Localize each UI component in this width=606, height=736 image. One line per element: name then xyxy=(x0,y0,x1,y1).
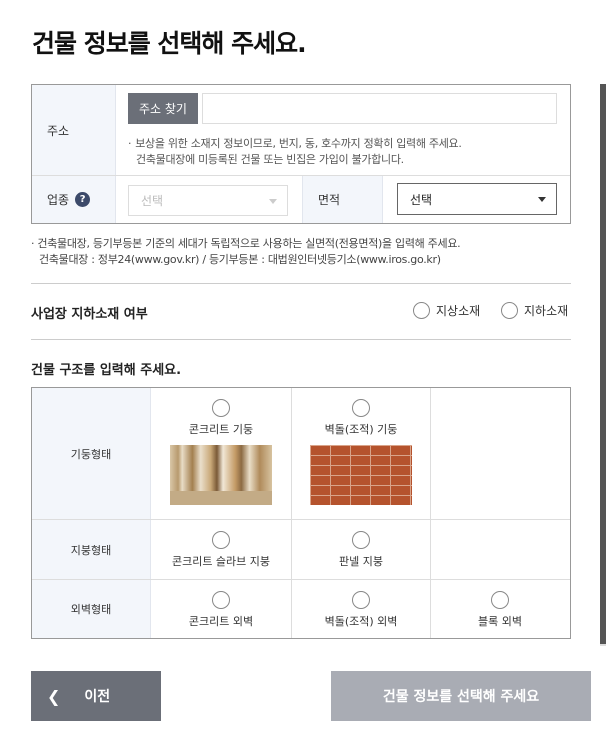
prev-button[interactable]: ❮ 이전 xyxy=(31,671,161,721)
radio-circle-icon[interactable] xyxy=(212,399,230,417)
industry-area-row: 업종 ? 선택 면적 선택 xyxy=(32,176,570,223)
address-search-button[interactable]: 주소 찾기 xyxy=(128,93,198,124)
option-brick-column[interactable]: 벽돌(조적) 기둥 xyxy=(291,399,431,505)
radio-circle-icon[interactable] xyxy=(352,531,370,549)
option-concrete-slab-roof[interactable]: 콘크리트 슬라브 지붕 xyxy=(151,531,291,569)
table-divider xyxy=(32,579,570,580)
concrete-column-image xyxy=(170,445,272,505)
divider xyxy=(31,339,571,340)
row-label-roof: 지붕형태 xyxy=(32,520,151,579)
brick-column-image xyxy=(310,445,412,505)
scrollbar-thumb[interactable] xyxy=(600,84,606,644)
address-input[interactable] xyxy=(202,93,557,124)
address-note-line-2: 건축물대장에 미등록된 건물 또는 빈집은 가입이 불가합니다. xyxy=(136,153,404,166)
industry-select-value: 선택 xyxy=(141,194,164,208)
radio-circle-icon[interactable] xyxy=(413,302,430,319)
industry-label: 업종 xyxy=(47,193,70,207)
radio-circle-icon[interactable] xyxy=(501,302,518,319)
address-note: · 보상을 위한 소재지 정보이므로, 번지, 동, 호수까지 정확히 입력해 주… xyxy=(128,137,462,166)
option-label: 콘크리트 슬라브 지붕 xyxy=(171,555,271,568)
option-label: 벽돌(조적) 기둥 xyxy=(324,423,398,436)
radio-above-ground-label: 지상소재 xyxy=(436,304,481,318)
area-note: · 건축물대장, 등기부등본 기준의 세대가 독립적으로 사용하는 실면적(전용… xyxy=(31,237,461,266)
next-button[interactable]: 건물 정보를 선택해 주세요 xyxy=(331,671,591,721)
area-select[interactable]: 선택 xyxy=(397,183,557,215)
table-divider xyxy=(32,519,570,520)
option-label: 판넬 지붕 xyxy=(339,555,383,568)
divider xyxy=(31,283,571,284)
radio-circle-icon[interactable] xyxy=(212,591,230,609)
area-select-value: 선택 xyxy=(410,192,433,207)
radio-underground-label: 지하소재 xyxy=(524,304,569,318)
option-concrete-column[interactable]: 콘크리트 기둥 xyxy=(151,399,291,505)
prev-button-label: 이전 xyxy=(84,689,111,705)
address-label: 주소 xyxy=(32,85,116,175)
row-label-column: 기둥형태 xyxy=(32,388,151,519)
chevron-down-icon xyxy=(538,197,546,202)
radio-underground[interactable]: 지하소재 xyxy=(501,302,568,319)
chevron-left-icon: ❮ xyxy=(47,686,61,706)
basement-title: 사업장 지하소재 여부 xyxy=(31,307,148,322)
option-label: 블록 외벽 xyxy=(478,615,522,628)
area-note-line-1: 건축물대장, 등기부등본 기준의 세대가 독립적으로 사용하는 실면적(전용면적… xyxy=(37,237,461,250)
option-concrete-wall[interactable]: 콘크리트 외벽 xyxy=(151,591,291,629)
radio-circle-icon[interactable] xyxy=(352,399,370,417)
option-label: 콘크리트 기둥 xyxy=(188,423,254,436)
question-circle-icon[interactable]: ? xyxy=(75,192,91,207)
radio-circle-icon[interactable] xyxy=(212,531,230,549)
structure-title: 건물 구조를 입력해 주세요. xyxy=(31,363,182,378)
address-row: 주소 주소 찾기 · 보상을 위한 소재지 정보이므로, 번지, 동, 호수까지 … xyxy=(32,85,570,176)
option-panel-roof[interactable]: 판넬 지붕 xyxy=(291,531,431,569)
chevron-down-icon xyxy=(269,199,277,204)
radio-circle-icon[interactable] xyxy=(491,591,509,609)
building-info-form: 주소 주소 찾기 · 보상을 위한 소재지 정보이므로, 번지, 동, 호수까지 … xyxy=(31,84,571,224)
option-label: 벽돌(조적) 외벽 xyxy=(324,615,398,628)
option-block-wall[interactable]: 블록 외벽 xyxy=(430,591,570,629)
row-label-wall: 외벽형태 xyxy=(32,580,151,638)
industry-select: 선택 xyxy=(128,185,288,216)
address-note-line-1: 보상을 위한 소재지 정보이므로, 번지, 동, 호수까지 정확히 입력해 주세… xyxy=(135,137,462,150)
industry-label-cell: 업종 ? xyxy=(32,176,116,223)
page-title: 건물 정보를 선택해 주세요. xyxy=(32,29,307,58)
area-note-line-2: 건축물대장 : 정부24(www.gov.kr) / 등기부등본 : 대법원인터… xyxy=(39,253,441,266)
structure-table: 기둥형태 지붕형태 외벽형태 콘크리트 기둥 벽돌(조적) 기둥 콘크리트 슬라… xyxy=(31,387,571,639)
option-label: 콘크리트 외벽 xyxy=(188,615,254,628)
radio-above-ground[interactable]: 지상소재 xyxy=(413,302,480,319)
option-brick-wall[interactable]: 벽돌(조적) 외벽 xyxy=(291,591,431,629)
area-label: 면적 xyxy=(302,176,383,223)
radio-circle-icon[interactable] xyxy=(352,591,370,609)
